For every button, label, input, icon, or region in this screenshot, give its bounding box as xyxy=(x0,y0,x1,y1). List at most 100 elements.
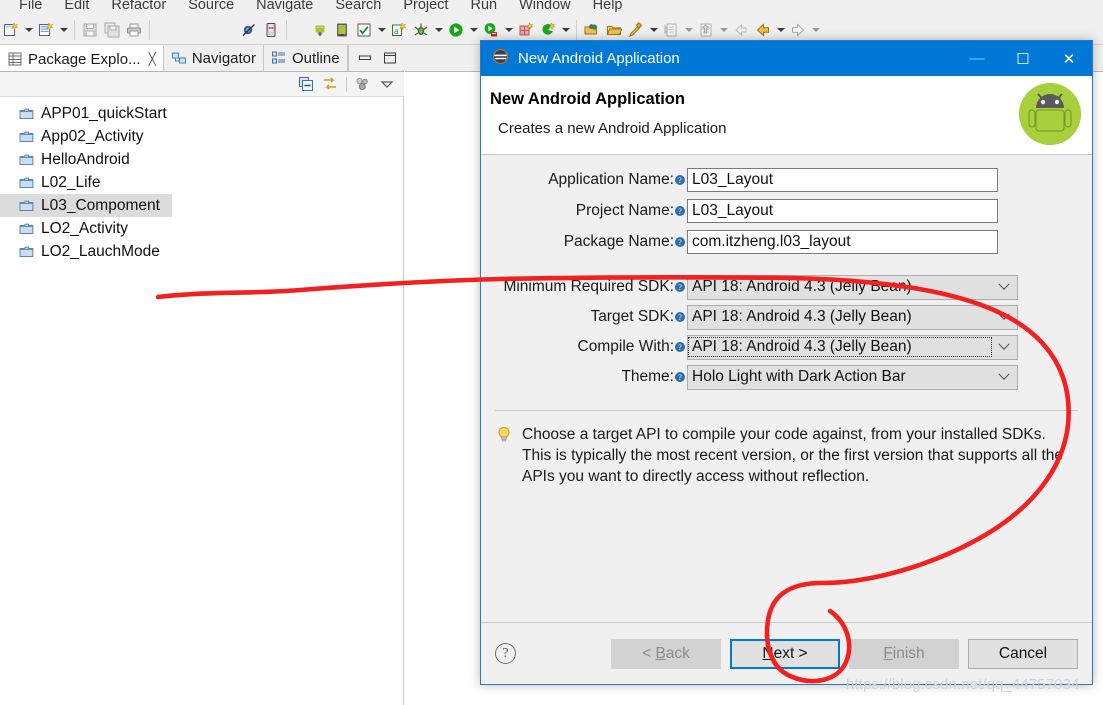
menu-item-window[interactable]: Window xyxy=(508,0,582,15)
view-menu-icon[interactable] xyxy=(379,76,395,92)
search-icon[interactable] xyxy=(625,18,647,42)
collapse-all-icon[interactable] xyxy=(298,76,314,92)
new-file-icon[interactable] xyxy=(0,18,22,42)
run-as-dropdown-arrow[interactable] xyxy=(502,18,515,42)
toolbar-separator xyxy=(74,19,75,40)
help-button[interactable]: ? xyxy=(495,643,516,664)
menu-item-file[interactable]: File xyxy=(8,0,53,15)
forward-dropdown-arrow[interactable] xyxy=(809,18,822,42)
dialog-title-bar[interactable]: New Android Application — ☐ ✕ xyxy=(481,41,1092,76)
form-row: Package Name:? xyxy=(481,230,1092,254)
debug-dropdown-arrow[interactable] xyxy=(432,18,445,42)
menu-item-refactor[interactable]: Refactor xyxy=(100,0,177,15)
form-row: Compile With:? API 18: Android 4.3 (Jelly… xyxy=(481,334,1092,360)
coverage-icon[interactable] xyxy=(537,18,559,42)
next-button[interactable]: Next > xyxy=(730,638,840,669)
chevron-down-icon[interactable] xyxy=(991,313,1017,321)
view-toolbar xyxy=(0,72,404,97)
new-wizard-icon[interactable] xyxy=(35,18,57,42)
menu-item-help[interactable]: Help xyxy=(582,0,634,15)
watermark: https://blog.csdn.net/qq_44757034 xyxy=(846,676,1080,693)
field-input[interactable] xyxy=(687,199,998,223)
check-icon[interactable] xyxy=(353,18,375,42)
open-type-icon[interactable] xyxy=(603,18,625,42)
run-as-server-icon[interactable] xyxy=(480,18,502,42)
check-dropdown-arrow[interactable] xyxy=(375,18,388,42)
menu-item-source[interactable]: Source xyxy=(177,0,245,15)
view-menu-filters-icon[interactable] xyxy=(355,76,371,92)
hint-text: Choose a target API to compile your code… xyxy=(522,426,1064,485)
sdk-manager-icon[interactable] xyxy=(309,18,331,42)
form-row: Application Name:? xyxy=(481,168,1092,192)
dialog-minimize-button[interactable]: — xyxy=(954,41,1000,76)
minimize-icon[interactable] xyxy=(357,50,373,66)
tab-navigator[interactable]: Navigator xyxy=(163,45,265,71)
coverage-dropdown-arrow[interactable] xyxy=(559,18,572,42)
combo-value: API 18: Android 4.3 (Jelly Bean) xyxy=(692,278,912,295)
menu-item-search[interactable]: Search xyxy=(324,0,392,15)
button-label: Cancel xyxy=(998,644,1048,662)
combo-help-icon[interactable]: ? xyxy=(675,342,685,352)
screen-root: File Edit Refactor Source Navigate Search Proj… xyxy=(0,0,1103,705)
folder-icon xyxy=(19,176,34,189)
folder-icon xyxy=(19,199,34,212)
back-icon[interactable] xyxy=(752,18,774,42)
combo-help-icon[interactable]: ? xyxy=(675,372,685,382)
close-icon[interactable]: ╳ xyxy=(149,52,156,66)
menu-item-project[interactable]: Project xyxy=(392,0,459,15)
new-plugin-icon[interactable] xyxy=(515,18,537,42)
field-help-icon[interactable]: ? xyxy=(675,206,685,216)
tree-item[interactable]: L02_Life xyxy=(0,171,403,194)
combo-label: Theme: xyxy=(621,368,674,385)
dialog-close-button[interactable]: ✕ xyxy=(1046,41,1092,76)
tree-item[interactable]: App02_Activity xyxy=(0,125,403,148)
ddms-icon[interactable] xyxy=(260,18,282,42)
project-tree[interactable]: APP01_quickStart App02_Activity HelloAndro… xyxy=(0,97,404,705)
new-wizard-dropdown-arrow[interactable] xyxy=(57,18,70,42)
field-help-icon[interactable]: ? xyxy=(675,175,685,185)
field-input[interactable] xyxy=(687,168,998,192)
combo-box[interactable]: API 18: Android 4.3 (Jelly Bean) xyxy=(687,334,1018,360)
dialog-title: New Android Application xyxy=(518,50,680,67)
dialog-maximize-button[interactable]: ☐ xyxy=(1000,41,1046,76)
tree-item[interactable]: HelloAndroid xyxy=(0,148,403,171)
previous-edit-dropdown-arrow[interactable] xyxy=(717,18,730,42)
tab-outline[interactable]: Outline xyxy=(264,45,348,71)
menu-bar: File Edit Refactor Source Navigate Search Proj… xyxy=(0,0,1103,15)
link-with-editor-icon[interactable] xyxy=(322,76,338,92)
maximize-icon[interactable] xyxy=(382,50,398,66)
open-perspective-icon[interactable] xyxy=(581,18,603,42)
new-android-project-icon[interactable]: a xyxy=(388,18,410,42)
field-help-icon[interactable]: ? xyxy=(675,237,685,247)
combo-box[interactable]: API 18: Android 4.3 (Jelly Bean) xyxy=(687,304,1018,330)
next-annotation-dropdown-arrow[interactable] xyxy=(682,18,695,42)
tree-item[interactable]: LO2_Activity xyxy=(0,217,403,240)
menu-item-navigate[interactable]: Navigate xyxy=(245,0,324,15)
run-icon[interactable] xyxy=(445,18,467,42)
combo-box[interactable]: API 18: Android 4.3 (Jelly Bean) xyxy=(687,274,1018,300)
menu-item-run[interactable]: Run xyxy=(459,0,508,15)
combo-box[interactable]: Holo Light with Dark Action Bar xyxy=(687,364,1018,390)
tree-item[interactable]: APP01_quickStart xyxy=(0,102,403,125)
chevron-down-icon[interactable] xyxy=(991,343,1017,351)
combo-help-icon[interactable]: ? xyxy=(675,282,685,292)
new-android-application-dialog: New Android Application — ☐ ✕ New Androi… xyxy=(480,40,1093,685)
new-file-dropdown-arrow[interactable] xyxy=(22,18,35,42)
field-input[interactable] xyxy=(687,230,998,254)
combo-help-icon[interactable]: ? xyxy=(675,312,685,322)
menu-item-edit[interactable]: Edit xyxy=(53,0,100,15)
search-dropdown-arrow[interactable] xyxy=(647,18,660,42)
toolbar-separator xyxy=(346,76,347,92)
tree-item[interactable]: LO2_LauchMode xyxy=(0,240,403,263)
run-dropdown-arrow[interactable] xyxy=(467,18,480,42)
back-dropdown-arrow[interactable] xyxy=(774,18,787,42)
tab-label: Outline xyxy=(292,49,340,67)
tree-item[interactable]: L03_Compoment xyxy=(0,194,172,217)
debug-icon[interactable] xyxy=(410,18,432,42)
cancel-button[interactable]: Cancel xyxy=(968,638,1078,669)
chevron-down-icon[interactable] xyxy=(991,373,1017,381)
toggle-breakpoint-icon[interactable] xyxy=(238,18,260,42)
avd-manager-icon[interactable] xyxy=(331,18,353,42)
chevron-down-icon[interactable] xyxy=(991,283,1017,291)
tab-package-explorer[interactable]: Package Explo... ╳ xyxy=(0,45,164,71)
